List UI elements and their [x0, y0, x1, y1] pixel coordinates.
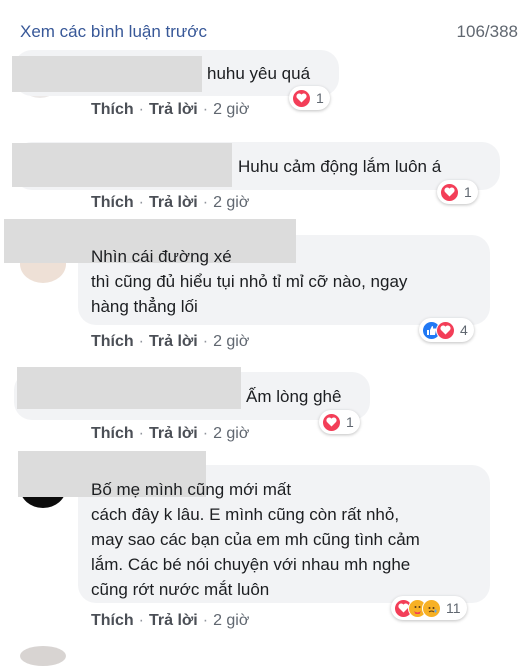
comment-count: 106/388	[456, 22, 518, 41]
reply-link[interactable]: Trả lời	[149, 425, 198, 442]
comment-time[interactable]: 2 giờ	[213, 194, 249, 211]
reply-link[interactable]: Trả lời	[149, 194, 198, 211]
comment-text: huhu yêu quá	[207, 64, 311, 83]
comment-actions: Thích · Trả lời · 2 giờ	[91, 194, 250, 211]
comment-time[interactable]: 2 giờ	[213, 101, 249, 118]
reaction-count: 4	[460, 322, 468, 338]
like-link[interactable]: Thích	[91, 425, 134, 442]
like-link[interactable]: Thích	[91, 194, 134, 211]
comment-time[interactable]: 2 giờ	[213, 425, 249, 442]
reaction-count: 1	[346, 414, 354, 430]
reply-link[interactable]: Trả lời	[149, 101, 198, 118]
comment-text: Huhu cảm động lắm luôn á	[238, 157, 442, 176]
heart-icon	[440, 182, 459, 202]
heart-icon	[292, 88, 311, 108]
reaction-summary[interactable]: 1	[319, 410, 360, 434]
view-previous-comments-link[interactable]: Xem các bình luận trước	[20, 22, 207, 42]
comment-text: Nhìn cái đường xé thì cũng đủ hiểu tụi n…	[91, 247, 408, 316]
comment-text: Ấm lòng ghê	[246, 387, 342, 406]
comment-actions: Thích · Trả lời · 2 giờ	[91, 425, 250, 442]
comment-time[interactable]: 2 giờ	[213, 612, 249, 629]
like-link[interactable]: Thích	[91, 101, 134, 118]
reply-link[interactable]: Trả lời	[149, 333, 198, 350]
redacted-author-name	[17, 367, 241, 409]
comment-actions: Thích · Trả lời · 2 giờ	[91, 612, 250, 629]
heart-icon	[322, 412, 341, 432]
redacted-author-name	[12, 56, 202, 92]
comment-actions: Thích · Trả lời · 2 giờ	[91, 333, 250, 350]
reaction-count: 1	[464, 184, 472, 200]
comment-actions: Thích · Trả lời · 2 giờ	[91, 101, 250, 118]
comments-header: Xem các bình luận trước 106/388	[20, 22, 518, 42]
reaction-count: 1	[316, 90, 324, 106]
reaction-summary[interactable]: 4	[419, 318, 474, 342]
like-link[interactable]: Thích	[91, 612, 134, 629]
sad-emoji-icon	[422, 598, 441, 618]
comment-text: Bố mẹ mình cũng mới mất cách đây k lâu. …	[91, 480, 420, 599]
heart-icon	[436, 320, 455, 340]
reaction-summary[interactable]: 1	[437, 180, 478, 204]
reaction-count: 11	[446, 600, 461, 616]
avatar[interactable]	[20, 646, 66, 666]
redacted-author-name	[12, 143, 232, 187]
reaction-summary[interactable]: 1	[289, 86, 330, 110]
comment-time[interactable]: 2 giờ	[213, 333, 249, 350]
reaction-summary[interactable]: 11	[391, 596, 467, 620]
reply-link[interactable]: Trả lời	[149, 612, 198, 629]
like-link[interactable]: Thích	[91, 333, 134, 350]
